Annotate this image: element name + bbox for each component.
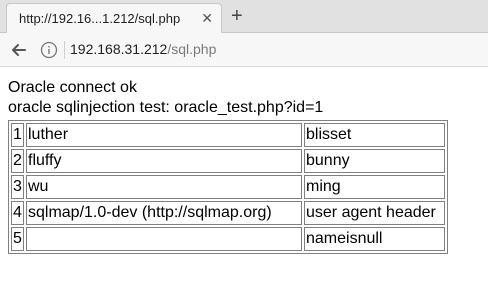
id-cell: 1 (11, 123, 24, 147)
page-content: Oracle connect ok oracle sqlinjection te… (8, 78, 323, 118)
address-bar[interactable]: 192.168.31.212/sql.php (70, 41, 216, 57)
connect-status-text: Oracle connect ok (8, 79, 137, 96)
last-name-cell: bunny (304, 149, 445, 173)
table-row: 4 sqlmap/1.0-dev (http://sqlmap.org) use… (11, 201, 445, 225)
id-cell: 2 (11, 149, 24, 173)
id-cell: 4 (11, 201, 24, 225)
url-host: 192.168.31.212 (70, 41, 168, 57)
tab-title: http://192.16...1.212/sql.php (19, 11, 181, 26)
test-description-text: oracle sqlinjection test: oracle_test.ph… (8, 99, 324, 116)
new-tab-icon[interactable]: + (231, 4, 243, 28)
last-name-cell: blisset (304, 123, 445, 147)
url-separator (64, 41, 65, 59)
last-name-cell: nameisnull (304, 227, 445, 251)
close-tab-icon[interactable]: ✕ (201, 10, 213, 26)
table-row: 3 wu ming (11, 175, 445, 199)
active-tab[interactable]: http://192.16...1.212/sql.php ✕ (6, 3, 222, 33)
id-cell: 5 (11, 227, 24, 251)
site-info-icon[interactable] (40, 41, 58, 59)
table-row: 2 fluffy bunny (11, 149, 445, 173)
id-cell: 3 (11, 175, 24, 199)
table-row: 5 nameisnull (11, 227, 445, 251)
first-name-cell: fluffy (26, 149, 302, 173)
navigation-toolbar: 192.168.31.212/sql.php (0, 33, 488, 67)
first-name-cell: sqlmap/1.0-dev (http://sqlmap.org) (26, 201, 302, 225)
table-row: 1 luther blisset (11, 123, 445, 147)
results-table: 1 luther blisset 2 fluffy bunny 3 wu min… (8, 120, 448, 254)
url-path: /sql.php (167, 41, 217, 57)
first-name-cell: luther (26, 123, 302, 147)
first-name-cell (26, 227, 302, 251)
back-arrow-icon[interactable] (10, 41, 28, 59)
tab-bar: http://192.16...1.212/sql.php ✕ + (0, 0, 488, 33)
last-name-cell: user agent header (304, 201, 445, 225)
last-name-cell: ming (304, 175, 445, 199)
first-name-cell: wu (26, 175, 302, 199)
